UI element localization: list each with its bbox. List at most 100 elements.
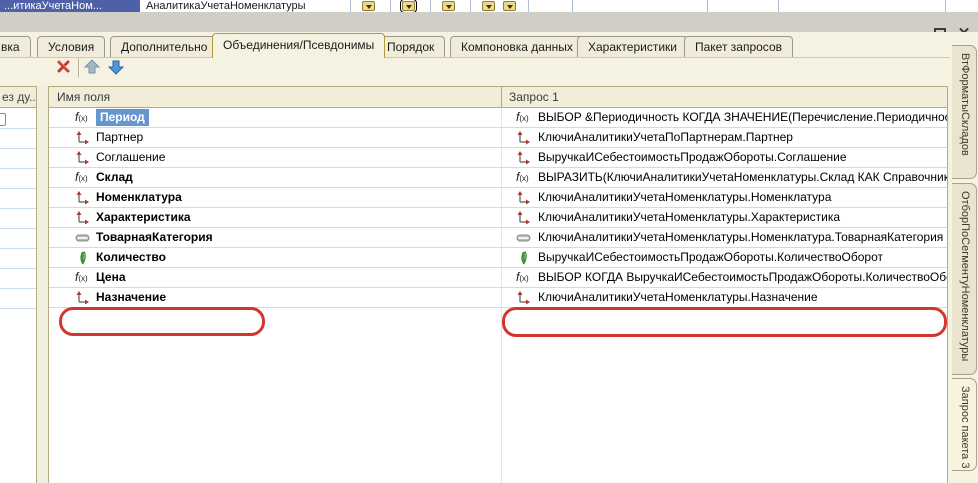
- equals-attribute-icon: [75, 231, 90, 245]
- tab-7[interactable]: Характеристики: [577, 36, 688, 57]
- table-row: Назначение КлючиАналитикиУчетаНоменклатур…: [49, 288, 947, 308]
- dropdown-button[interactable]: [362, 1, 375, 11]
- background-cell-separator: [572, 0, 573, 12]
- query-expression-cell[interactable]: КлючиАналитикиУчетаНоменклатуры.Назначен…: [502, 288, 947, 307]
- background-cell-separator: [390, 0, 391, 12]
- field-name-label: Характеристика: [96, 210, 191, 224]
- dimension-axis-icon: [516, 291, 531, 305]
- tab-3[interactable]: Дополнительно: [110, 36, 218, 57]
- tab-8[interactable]: Пакет запросов: [684, 36, 793, 57]
- dropdown-button[interactable]: [402, 1, 415, 11]
- field-name-cell[interactable]: Количество: [49, 248, 501, 267]
- background-cell-separator: [945, 0, 946, 12]
- query-expression-cell[interactable]: f(x)ВЫБОР &Периодичность КОГДА ЗНАЧЕНИЕ(…: [502, 108, 947, 127]
- field-name-cell[interactable]: f(x) Склад: [49, 168, 501, 187]
- query-expression-cell[interactable]: КлючиАналитикиУчетаНоменклатуры.Характер…: [502, 208, 947, 227]
- table-row: Номенклатура КлючиАналитикиУчетаНоменклат…: [49, 188, 947, 208]
- dimension-axis-icon: [516, 131, 531, 145]
- field-name-cell[interactable]: Назначение: [49, 288, 501, 307]
- background-cell-separator: [778, 0, 779, 12]
- table-row: Количество ВыручкаИСебестоимостьПродажОбо…: [49, 248, 947, 268]
- query-expression-label: КлючиАналитикиУчетаНоменклатуры.Назначен…: [538, 288, 818, 307]
- left-row-line: [0, 188, 37, 189]
- window-titlebar: ✕: [0, 12, 978, 32]
- query-expression-cell[interactable]: ВыручкаИСебестоимостьПродажОбороты.Согла…: [502, 148, 947, 167]
- arrow-down-icon: [107, 58, 125, 76]
- query-expression-cell[interactable]: ВыручкаИСебестоимостьПродажОбороты.Колич…: [502, 248, 947, 267]
- dimension-axis-icon: [516, 211, 531, 225]
- tabstrip-edge: [0, 57, 950, 58]
- query-expression-cell[interactable]: f(x)ВЫРАЗИТЬ(КлючиАналитикиУчетаНоменкла…: [502, 168, 947, 187]
- tab-6[interactable]: Компоновка данных: [450, 36, 584, 57]
- side-tab-1[interactable]: ВтФорматыСкладов: [952, 45, 977, 179]
- field-name-label: Соглашение: [96, 150, 165, 164]
- background-cell-separator: [470, 0, 471, 12]
- dropdown-button[interactable]: [442, 1, 455, 11]
- function-icon: f(x): [516, 111, 531, 125]
- field-name-label: Склад: [96, 170, 133, 184]
- query-expression-label: ВЫБОР КОГДА ВыручкаИСебестоимостьПродажО…: [538, 268, 947, 287]
- left-row-line: [0, 228, 37, 229]
- background-selected-cell[interactable]: ...итикаУчетаНом...: [0, 0, 140, 12]
- resource-icon: [75, 251, 90, 265]
- checkbox-fragment[interactable]: [0, 113, 6, 126]
- query-designer-window: ...итикаУчетаНом... АналитикаУчетаНоменк…: [0, 0, 978, 483]
- function-icon: f(x): [75, 171, 90, 185]
- left-row-line: [0, 128, 37, 129]
- column-header-field-name: Имя поля: [57, 87, 110, 107]
- dropdown-button[interactable]: [503, 1, 516, 11]
- tab-5[interactable]: Порядок: [376, 36, 445, 57]
- dimension-axis-icon: [516, 191, 531, 205]
- arrow-up-icon: [83, 58, 101, 76]
- dimension-axis-icon: [75, 131, 90, 145]
- tab-4[interactable]: Объединения/Псевдонимы: [212, 33, 385, 58]
- side-tab-3[interactable]: Запрос пакета 3: [952, 378, 977, 471]
- query-expression-label: КлючиАналитикиУчетаНоменклатуры.Номенкла…: [538, 228, 943, 247]
- table-row: ТоварнаяКатегория КлючиАналитикиУчетаНоме…: [49, 228, 947, 248]
- field-name-cell[interactable]: Номенклатура: [49, 188, 501, 207]
- equals-attribute-icon: [516, 231, 531, 245]
- function-icon: f(x): [75, 271, 90, 285]
- background-cell-separator: [707, 0, 708, 12]
- query-designer-dialog: вка УсловияДополнительноОбъединения/Псевд…: [0, 32, 978, 483]
- left-panel-header: ез ду...: [0, 87, 37, 108]
- tab-2[interactable]: Условия: [37, 36, 105, 57]
- field-name-label: Период: [96, 109, 149, 126]
- side-tab-2[interactable]: ОтборПоСегментуНоменклатуры: [952, 183, 977, 375]
- delete-field-button[interactable]: [55, 58, 73, 76]
- field-name-cell[interactable]: Характеристика: [49, 208, 501, 227]
- move-down-button[interactable]: [107, 58, 125, 76]
- field-name-cell[interactable]: Партнер: [49, 128, 501, 147]
- tab-1[interactable]: вка: [0, 36, 31, 57]
- query-expression-cell[interactable]: КлючиАналитикиУчетаНоменклатуры.Номенкла…: [502, 188, 947, 207]
- query-expression-cell[interactable]: f(x)ВЫБОР КОГДА ВыручкаИСебестоимостьПро…: [502, 268, 947, 287]
- background-cell[interactable]: АналитикаУчетаНоменклатуры: [146, 0, 426, 12]
- field-name-cell[interactable]: f(x) Цена: [49, 268, 501, 287]
- field-name-label: Цена: [96, 270, 126, 284]
- dropdown-button[interactable]: [482, 1, 495, 11]
- table-row: f(x) Период f(x)ВЫБОР &Периодичность КОГДА…: [49, 108, 947, 128]
- panel-splitter[interactable]: [37, 86, 48, 483]
- query-expression-cell[interactable]: КлючиАналитикиУчетаНоменклатуры.Номенкла…: [502, 228, 947, 247]
- background-cell-separator: [528, 0, 529, 12]
- function-icon: f(x): [75, 111, 90, 125]
- header-column-separator[interactable]: [501, 87, 502, 108]
- field-name-cell[interactable]: f(x) Период: [49, 108, 501, 127]
- field-name-cell[interactable]: ТоварнаяКатегория: [49, 228, 501, 247]
- field-name-cell[interactable]: Соглашение: [49, 148, 501, 167]
- function-icon: f(x): [516, 171, 531, 185]
- query-expression-label: ВыручкаИСебестоимостьПродажОбороты.Колич…: [538, 248, 883, 267]
- dimension-axis-icon: [75, 211, 90, 225]
- dimension-axis-icon: [75, 151, 90, 165]
- move-up-button[interactable]: [83, 58, 101, 76]
- table-row: Характеристика КлючиАналитикиУчетаНоменкл…: [49, 208, 947, 228]
- dimension-axis-icon: [516, 151, 531, 165]
- query-expression-label: КлючиАналитикиУчетаНоменклатуры.Номенкла…: [538, 188, 831, 207]
- resource-icon: [516, 251, 531, 265]
- dimension-axis-icon: [75, 191, 90, 205]
- left-row-line: [0, 168, 37, 169]
- query-expression-cell[interactable]: КлючиАналитикиУчетаПоПартнерам.Партнер: [502, 128, 947, 147]
- left-fragment-panel: ез ду...: [0, 86, 37, 483]
- field-name-label: Количество: [96, 250, 166, 264]
- left-row-line: [0, 308, 37, 309]
